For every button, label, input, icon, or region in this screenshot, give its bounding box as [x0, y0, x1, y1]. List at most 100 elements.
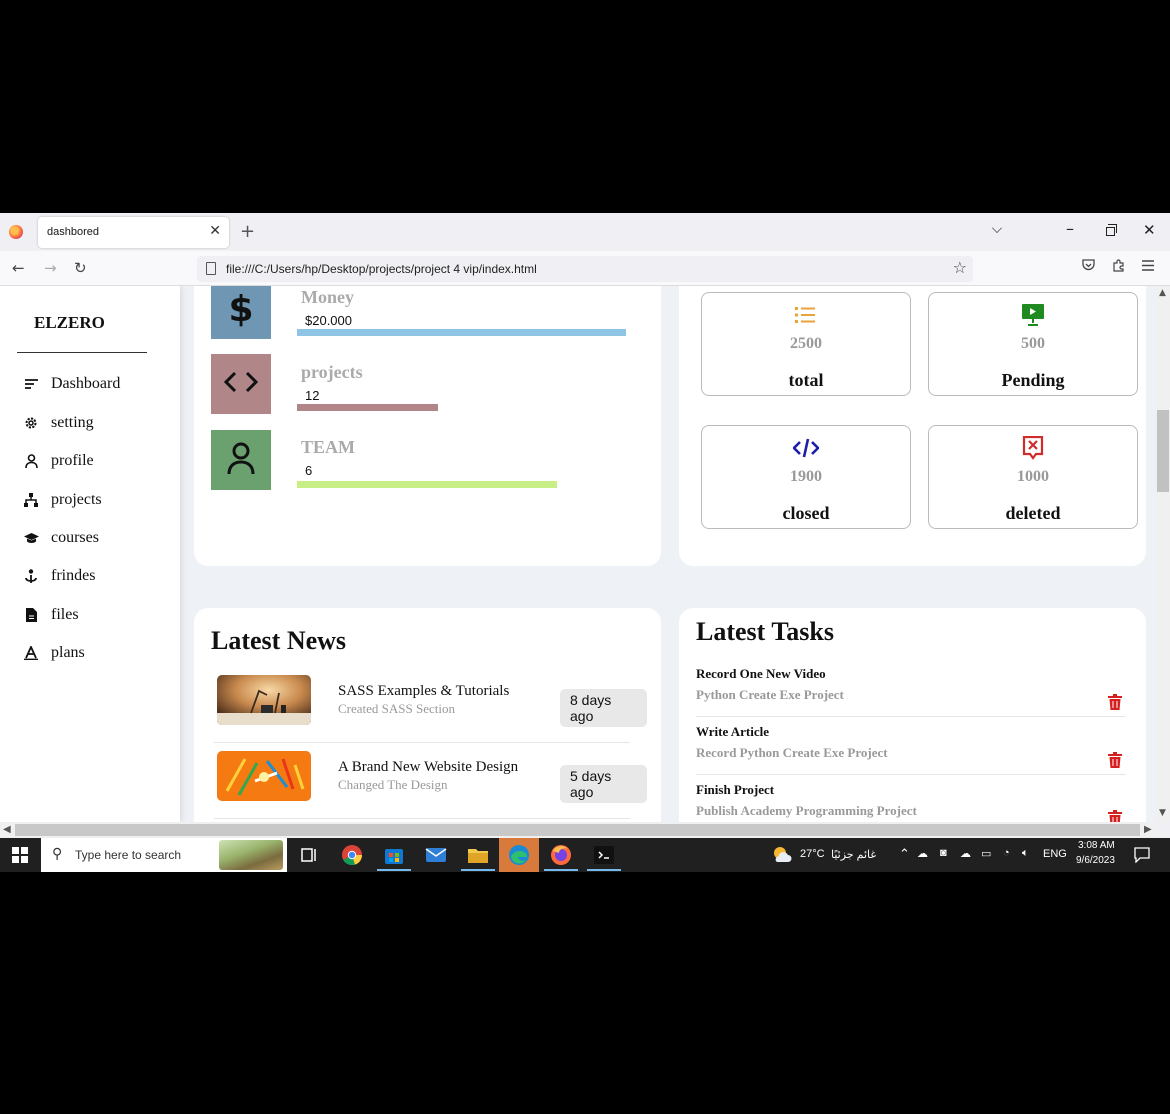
cloud-icon[interactable]: ☁ [917, 847, 928, 860]
scroll-right-icon[interactable]: ▶ [1144, 824, 1152, 835]
forward-icon[interactable]: → [44, 259, 57, 277]
language-indicator[interactable]: ENG [1043, 848, 1067, 860]
ticket-label: closed [782, 503, 830, 523]
scroll-up-icon[interactable]: ▲ [1159, 288, 1166, 298]
task-divider [696, 774, 1126, 775]
sidebar-item-profile[interactable]: profile [22, 449, 94, 473]
stat-title: projects [301, 362, 363, 382]
scroll-left-icon[interactable]: ◀ [3, 824, 11, 835]
address-bar[interactable]: file:///C:/Users/hp/Desktop/projects/pro… [197, 256, 973, 282]
tasks-heading: Latest Tasks [696, 617, 834, 646]
news-title: A Brand New Website Design [338, 759, 519, 775]
firefox-logo-icon [9, 225, 23, 239]
task-desc: Python Create Exe Project [696, 687, 844, 702]
terminal-app-icon[interactable] [592, 843, 616, 867]
stat-title: TEAM [301, 437, 355, 457]
store-icon[interactable] [382, 843, 406, 867]
weather-temperature[interactable]: 27°C [800, 848, 825, 860]
chrome-icon[interactable] [340, 843, 364, 867]
stat-value: 6 [305, 463, 313, 478]
stat-progress-bar [297, 481, 557, 488]
stat-title: Money [301, 287, 354, 307]
task-desc: Publish Academy Programming Project [696, 803, 917, 818]
list-item[interactable]: A Brand New Website Design Changed The D… [217, 751, 647, 811]
scroll-down-icon[interactable]: ▼ [1159, 808, 1166, 818]
task-title: Record One New Video [696, 666, 826, 681]
taskbar-search[interactable]: ⚲ Type here to search [41, 838, 287, 872]
ticket-deleted: 1000 deleted [928, 425, 1138, 529]
task-row: Finish Project Publish Academy Programmi… [696, 782, 1136, 822]
minimize-icon[interactable]: – [1066, 219, 1074, 238]
trash-icon[interactable] [1108, 810, 1122, 822]
list-all-tabs-icon[interactable] [992, 223, 1002, 233]
page-viewport: ELZERO Dashboard setting profile project… [0, 286, 1156, 822]
notification-icon[interactable] [1134, 847, 1150, 863]
bookmark-star-icon[interactable]: ☆ [953, 258, 967, 277]
vertical-scrollbar[interactable]: ▲ ▼ [1156, 286, 1170, 822]
ticket-number: 1900 [790, 468, 822, 485]
window-close-icon[interactable]: ✕ [1143, 221, 1156, 239]
task-title: Write Article [696, 724, 770, 739]
task-desc: Record Python Create Exe Project [696, 745, 888, 760]
windows-start-icon[interactable] [12, 847, 28, 863]
vertical-scroll-thumb[interactable] [1157, 410, 1169, 492]
rectangle-xmark-icon [1022, 436, 1044, 460]
tab-title: dashbored [47, 226, 99, 238]
sidebar-item-dashboard[interactable]: Dashboard [22, 372, 120, 396]
clock-date[interactable]: 9/6/2023 [1076, 855, 1115, 866]
meet-now-icon[interactable]: ◙ [940, 847, 947, 859]
task-row: Write Article Record Python Create Exe P… [696, 724, 1136, 780]
file-explorer-icon[interactable] [466, 843, 490, 867]
list-item[interactable]: SASS Examples & Tutorials Created SASS S… [217, 675, 647, 735]
weather-icon[interactable] [771, 844, 793, 866]
extensions-icon[interactable] [1112, 259, 1125, 276]
navigation-bar: ← → ↻ file:///C:/Users/hp/Desktop/projec… [0, 251, 1170, 286]
volume-icon[interactable]: 🔈︎ [1022, 847, 1029, 860]
trash-icon[interactable] [1108, 752, 1122, 768]
search-icon: ⚲ [52, 846, 63, 862]
sidebar-item-frindes[interactable]: frindes [22, 564, 95, 588]
brand-logo[interactable]: ELZERO [34, 313, 105, 333]
tickets-card: 2500 total 500 Pending 1900 closed 1000 … [679, 286, 1146, 566]
tab-close-icon[interactable]: ✕ [209, 223, 221, 239]
mail-icon[interactable] [424, 843, 448, 867]
wifi-icon[interactable]: ◔ [1003, 847, 1010, 859]
reload-icon[interactable]: ↻ [74, 259, 87, 277]
terminal-active-indicator [587, 869, 621, 871]
sidebar-item-plans[interactable]: plans [22, 641, 85, 665]
horizontal-scroll-thumb[interactable] [15, 824, 1140, 836]
stat-money-box: $ [211, 286, 271, 339]
sidebar-item-setting[interactable]: setting [22, 411, 94, 435]
browser-tab[interactable]: dashbored ✕ [38, 217, 229, 248]
brand-divider [17, 352, 147, 353]
weather-description[interactable]: غائم جزئيًا [831, 848, 876, 861]
firefox-icon[interactable] [549, 843, 573, 867]
restore-icon[interactable] [1106, 224, 1117, 236]
file-icon [22, 606, 40, 624]
sidebar-item-files[interactable]: files [22, 603, 79, 627]
onedrive-icon[interactable]: ☁ [960, 847, 971, 860]
sidebar-item-projects[interactable]: projects [22, 488, 102, 512]
trash-icon[interactable] [1108, 694, 1122, 710]
search-highlight-image [219, 840, 283, 870]
battery-icon[interactable]: ▭ [981, 847, 991, 860]
edge-icon[interactable] [507, 843, 531, 867]
back-icon[interactable]: ← [12, 259, 25, 277]
new-tab-icon[interactable]: + [240, 221, 255, 242]
sidebar-item-label: setting [51, 414, 94, 431]
task-view-icon[interactable] [297, 843, 321, 867]
show-hidden-icons-icon[interactable]: ⌃ [899, 846, 910, 862]
pocket-icon[interactable] [1082, 259, 1095, 275]
horizontal-scrollbar[interactable]: ◀ ▶ [0, 822, 1156, 838]
latest-news-card: Latest News SASS Examples & Tutorials Cr… [194, 608, 661, 822]
clock-time[interactable]: 3:08 AM [1078, 840, 1115, 851]
menu-icon[interactable] [1142, 259, 1154, 275]
sidebar-item-label: Dashboard [51, 375, 121, 392]
news-image [217, 675, 311, 725]
sitemap-icon [22, 491, 40, 509]
news-desc: Changed The Design [338, 777, 448, 792]
url-text[interactable]: file:///C:/Users/hp/Desktop/projects/pro… [226, 262, 537, 276]
sidebar-item-courses[interactable]: courses [22, 526, 99, 550]
explorer-active-indicator [461, 869, 495, 871]
presentation-icon [1022, 304, 1044, 326]
